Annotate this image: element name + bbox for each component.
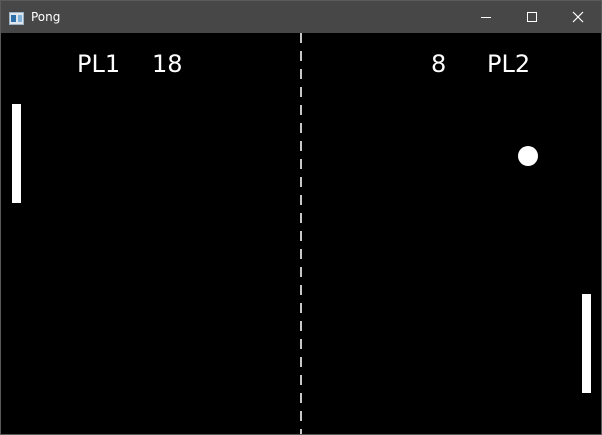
maximize-button[interactable] <box>509 1 555 33</box>
maximize-icon <box>527 12 537 22</box>
player2-score: 8 <box>431 50 447 78</box>
right-paddle <box>582 294 591 393</box>
close-button[interactable] <box>555 1 601 33</box>
minimize-button[interactable] <box>463 1 509 33</box>
player2-label: PL2 <box>487 50 531 78</box>
center-net <box>300 33 302 434</box>
ball <box>518 146 538 166</box>
title-bar[interactable]: Pong <box>1 1 601 33</box>
minimize-icon <box>481 17 491 18</box>
player1-label: PL1 <box>77 50 121 78</box>
player1-score: 18 <box>152 50 183 78</box>
close-icon <box>572 11 584 23</box>
game-court[interactable]: PL1 18 8 PL2 <box>1 33 601 434</box>
left-paddle <box>12 104 21 203</box>
window-title: Pong <box>31 10 61 24</box>
app-icon <box>9 10 24 25</box>
pong-window: Pong PL1 18 8 PL2 <box>0 0 602 435</box>
